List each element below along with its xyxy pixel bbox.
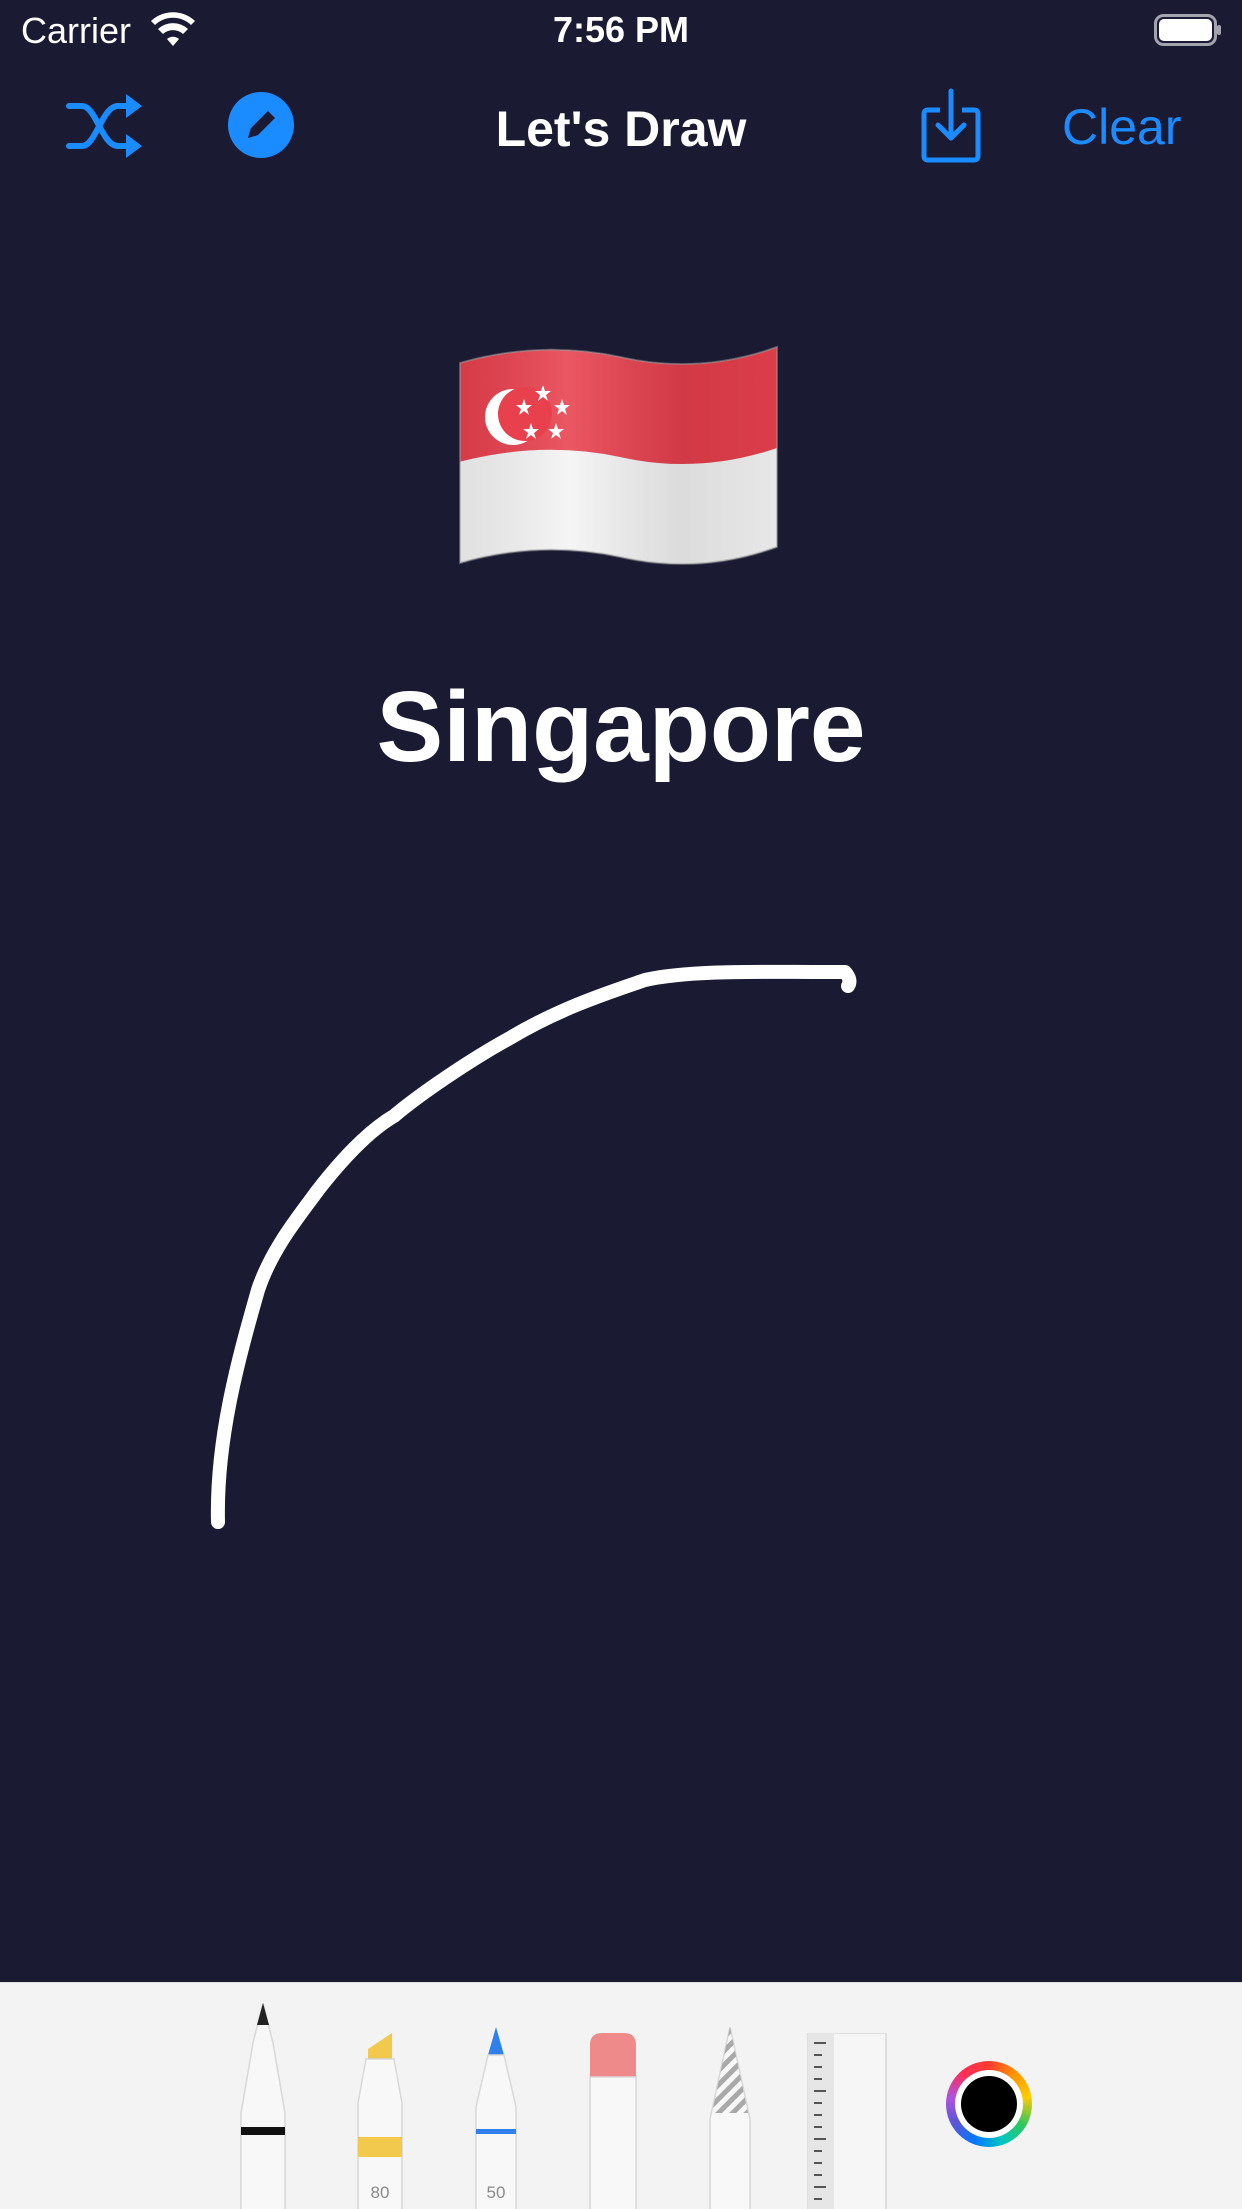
status-bar: Carrier 7:56 PM — [0, 0, 1242, 62]
ruler-tool[interactable] — [806, 2033, 888, 2209]
fine-pen-tool[interactable] — [468, 2027, 524, 2209]
color-picker-button[interactable] — [946, 2061, 1032, 2147]
drawn-stroke — [210, 964, 857, 1529]
pencil-icon — [248, 111, 275, 138]
pen-tool[interactable] — [235, 2003, 291, 2209]
selected-color-swatch — [961, 2076, 1017, 2132]
eraser-tool[interactable] — [584, 2033, 642, 2209]
clock: 7:56 PM — [552, 9, 690, 50]
fine-pen-size-label: 50 — [486, 2183, 506, 2202]
marker-size-label: 80 — [370, 2183, 390, 2202]
navigation-bar: Let's Draw Clear — [0, 62, 1242, 192]
lasso-tool[interactable] — [702, 2027, 758, 2209]
download-icon[interactable] — [920, 88, 982, 164]
pencil-button[interactable] — [228, 92, 294, 158]
shuffle-icon[interactable] — [66, 94, 144, 158]
page-title: Let's Draw — [495, 101, 747, 157]
tool-palette: 80 50 — [0, 1982, 1242, 2209]
battery-icon — [1154, 14, 1221, 46]
clear-button[interactable]: Clear — [1062, 98, 1181, 156]
drawing-canvas[interactable] — [0, 192, 1242, 1982]
